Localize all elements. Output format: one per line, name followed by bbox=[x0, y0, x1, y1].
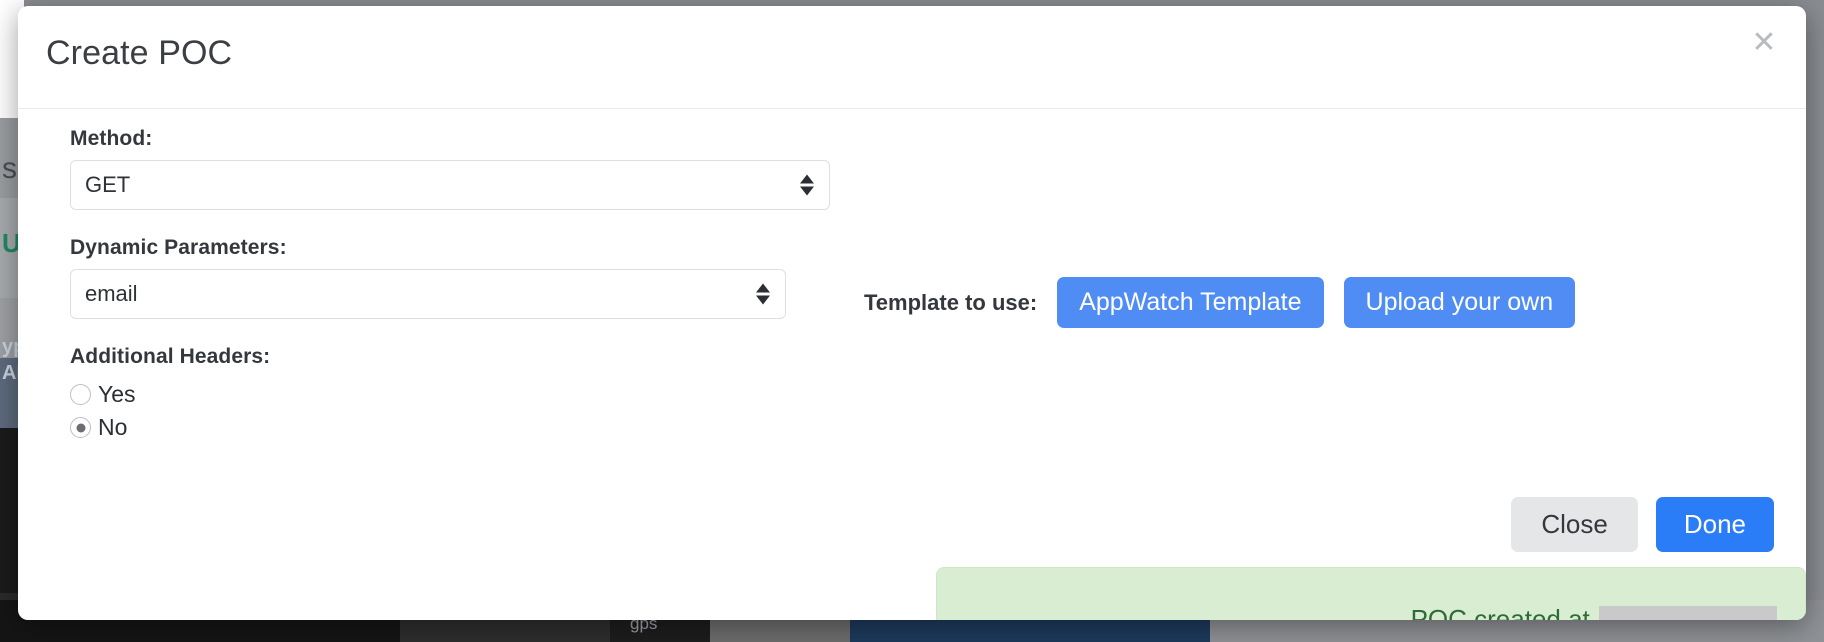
modal-action-row: Close Done bbox=[1511, 497, 1774, 552]
radio-dot-yes[interactable] bbox=[70, 384, 91, 405]
poc-created-alert-inner: POC created at. bbox=[1411, 604, 1777, 620]
appwatch-template-button[interactable]: AppWatch Template bbox=[1057, 277, 1324, 328]
close-x-icon[interactable]: ✕ bbox=[1746, 26, 1782, 62]
additional-headers-radio-group: Yes No bbox=[70, 378, 830, 444]
poc-form: Method: GET Dynamic Parameters: email Ad… bbox=[70, 127, 830, 444]
poc-created-alert: POC created at. bbox=[936, 567, 1806, 620]
upload-your-own-button[interactable]: Upload your own bbox=[1343, 277, 1576, 328]
dynamic-parameters-select[interactable]: email bbox=[70, 269, 786, 319]
dynamic-parameters-label: Dynamic Parameters: bbox=[70, 236, 287, 259]
dynamic-parameters-select-wrapper: email bbox=[70, 269, 786, 319]
radio-option-no[interactable]: No bbox=[70, 411, 830, 444]
radio-dot-no[interactable] bbox=[70, 417, 91, 438]
done-button[interactable]: Done bbox=[1655, 497, 1774, 552]
template-row: Template to use: AppWatch Template Uploa… bbox=[864, 277, 1576, 328]
method-select-wrapper: GET bbox=[70, 160, 830, 210]
create-poc-modal: Create POC ✕ Method: GET Dynamic Paramet… bbox=[18, 6, 1806, 620]
radio-option-yes[interactable]: Yes bbox=[70, 378, 830, 411]
method-label: Method: bbox=[70, 127, 153, 150]
redacted-timestamp bbox=[1599, 606, 1777, 620]
additional-headers-label: Additional Headers: bbox=[70, 345, 271, 368]
template-to-use-label: Template to use: bbox=[864, 289, 1038, 315]
page-root: si UA yp AP kush gps Create POC ✕ Method… bbox=[0, 0, 1824, 642]
close-button[interactable]: Close bbox=[1511, 497, 1638, 552]
modal-body: Method: GET Dynamic Parameters: email Ad… bbox=[18, 109, 1806, 620]
modal-header: Create POC ✕ bbox=[18, 6, 1806, 109]
radio-label-no: No bbox=[98, 414, 128, 440]
poc-created-alert-text: POC created at. bbox=[1410, 604, 1597, 620]
radio-label-yes: Yes bbox=[98, 381, 136, 407]
modal-title: Create POC bbox=[46, 34, 233, 72]
method-select[interactable]: GET bbox=[70, 160, 830, 210]
